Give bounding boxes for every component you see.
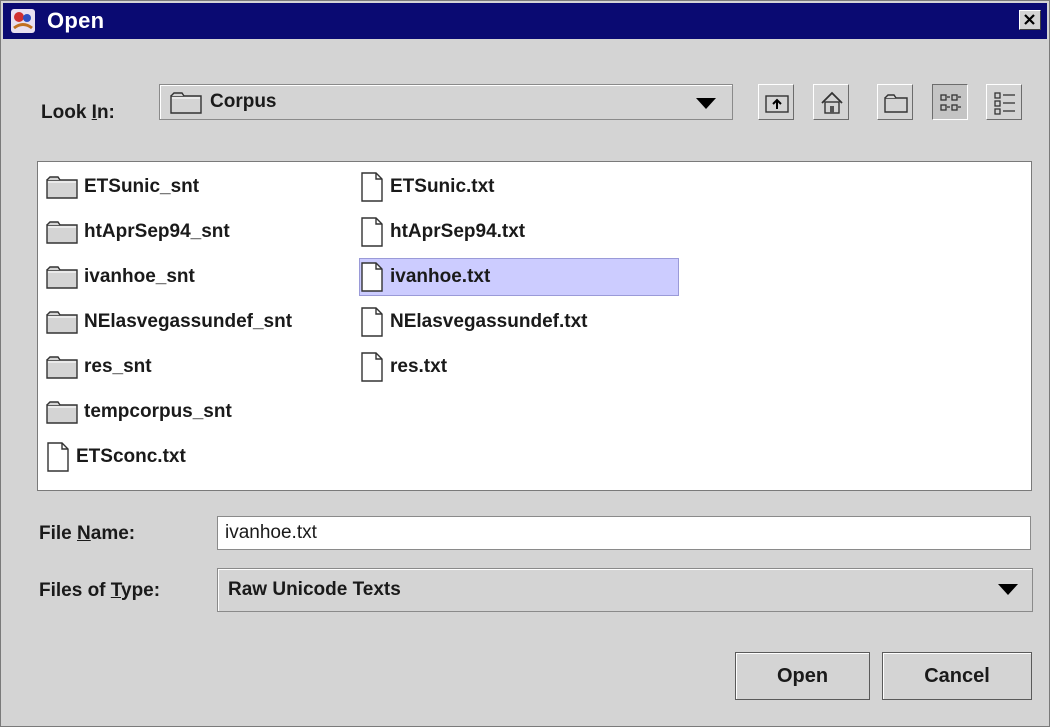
list-view-button[interactable] — [932, 84, 968, 120]
file-icon — [361, 172, 383, 202]
close-icon — [1024, 14, 1035, 25]
file-name-input[interactable]: ivanhoe.txt — [217, 516, 1031, 550]
folder-icon — [46, 311, 78, 334]
java-app-icon — [11, 9, 35, 33]
details-view-icon — [994, 92, 1015, 115]
folder-item[interactable]: tempcorpus_snt — [46, 394, 232, 430]
folder-item[interactable]: NElasvegassundef_snt — [46, 304, 292, 340]
folder-item[interactable]: htAprSep94_snt — [46, 214, 230, 250]
chevron-down-icon[interactable] — [696, 98, 716, 109]
chevron-down-icon[interactable] — [998, 584, 1018, 595]
folder-icon — [46, 401, 78, 424]
details-view-button[interactable] — [986, 84, 1022, 120]
file-icon — [361, 217, 383, 247]
look-in-value: Corpus — [210, 91, 277, 112]
file-item[interactable]: htAprSep94.txt — [360, 214, 525, 250]
folder-icon — [170, 92, 202, 114]
new-folder-icon — [884, 94, 908, 113]
window-title: Open — [47, 8, 105, 33]
folder-item[interactable]: ETSunic_snt — [46, 169, 199, 205]
file-item[interactable]: ETSunic.txt — [360, 169, 495, 205]
file-item[interactable]: ivanhoe.txt — [359, 258, 679, 296]
folder-icon — [46, 221, 78, 244]
item-label: htAprSep94_snt — [84, 221, 230, 242]
home-icon — [821, 91, 843, 114]
folder-icon — [46, 266, 78, 289]
item-label: ivanhoe_snt — [84, 266, 195, 287]
item-label: NElasvegassundef_snt — [84, 311, 293, 332]
folder-item[interactable]: res_snt — [46, 349, 152, 385]
close-button[interactable] — [1019, 10, 1041, 30]
item-label: ETSunic.txt — [390, 176, 495, 197]
up-folder-icon — [765, 95, 789, 113]
home-button[interactable] — [813, 84, 849, 120]
item-label: htAprSep94.txt — [390, 221, 526, 242]
files-of-type-combobox[interactable]: Raw Unicode Texts — [217, 568, 1033, 612]
folder-icon — [46, 176, 78, 199]
look-in-combobox[interactable]: Corpus — [159, 84, 733, 120]
file-item[interactable]: ETSconc.txt — [46, 439, 186, 475]
file-icon — [47, 442, 69, 472]
title-bar[interactable]: Open — [3, 3, 1047, 39]
files-of-type-label: Files of Type: — [39, 580, 161, 601]
item-label: NElasvegassundef.txt — [390, 311, 588, 332]
open-button[interactable]: Open — [735, 652, 870, 700]
list-view-icon — [940, 94, 961, 111]
item-label: res_snt — [84, 356, 152, 377]
item-label: ETSconc.txt — [76, 446, 186, 467]
folder-item[interactable]: ivanhoe_snt — [46, 259, 195, 295]
item-label: tempcorpus_snt — [84, 401, 232, 422]
file-icon — [361, 307, 383, 337]
file-name-label: File Name: — [39, 523, 136, 544]
up-one-level-button[interactable] — [758, 84, 794, 120]
item-label: ETSunic_snt — [84, 176, 200, 197]
item-label: res.txt — [390, 356, 448, 377]
cancel-button[interactable]: Cancel — [882, 652, 1032, 700]
new-folder-button[interactable] — [877, 84, 913, 120]
item-label: ivanhoe.txt — [390, 266, 491, 287]
file-icon — [361, 352, 383, 382]
look-in-label: Look In: — [41, 102, 115, 123]
file-list[interactable]: ETSunic_snt htAprSep94_snt ivanhoe_snt NEla… — [37, 161, 1032, 491]
file-item[interactable]: NElasvegassundef.txt — [360, 304, 587, 340]
files-of-type-value: Raw Unicode Texts — [228, 579, 401, 600]
folder-icon — [46, 356, 78, 379]
file-item[interactable]: res.txt — [360, 349, 447, 385]
open-dialog: Open Look In: Corpus ETSunic_snt htAprSe… — [0, 0, 1050, 727]
file-icon — [361, 262, 383, 292]
